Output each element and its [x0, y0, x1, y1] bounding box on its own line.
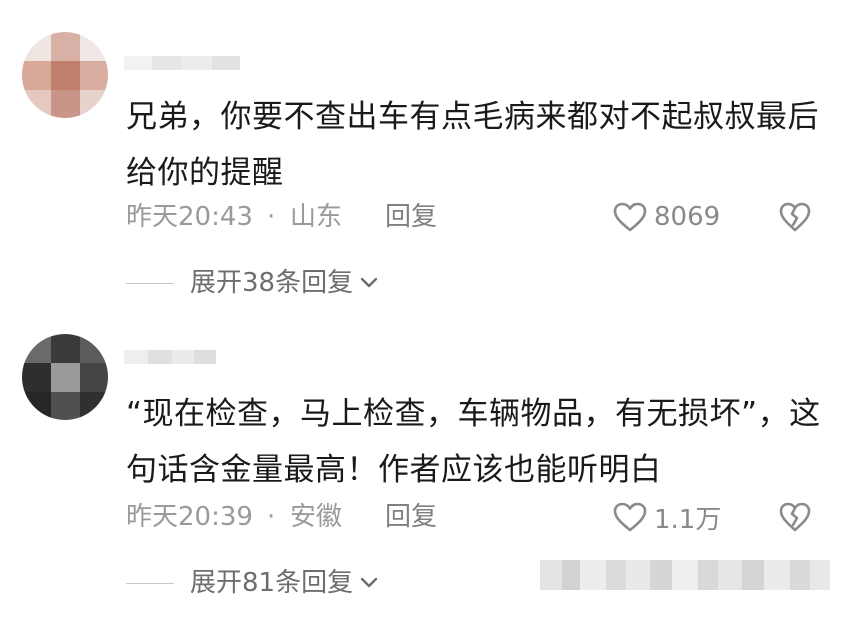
chevron-down-icon [360, 277, 378, 288]
comment-text: 兄弟，你要不查出车有点毛病来都对不起叔叔最后给你的提醒 [126, 99, 819, 191]
chevron-down-icon [360, 577, 378, 588]
like-button[interactable]: 1.1万 [612, 497, 721, 537]
divider-line [126, 282, 174, 284]
comment-time: 昨天20:39 [126, 502, 253, 532]
blurred-watermark [540, 560, 830, 590]
username-blurred[interactable] [124, 350, 216, 364]
reply-button[interactable]: 回复 [385, 197, 437, 237]
heart-outline-icon [613, 502, 647, 532]
like-count: 8069 [654, 202, 721, 232]
divider-line [126, 582, 174, 584]
comment-time: 昨天20:43 [126, 202, 253, 232]
comment-location: 山东 [290, 202, 343, 232]
dislike-button[interactable] [776, 197, 814, 237]
comment-location: 安徽 [290, 502, 343, 532]
avatar[interactable] [22, 32, 108, 118]
meta-separator: · [267, 202, 276, 232]
reply-button[interactable]: 回复 [385, 497, 437, 537]
expand-replies-button[interactable]: 展开81条回复 [126, 563, 379, 603]
like-button[interactable]: 8069 [612, 197, 720, 237]
comment-meta: 昨天20:43 · 山东 回复 [126, 197, 826, 237]
expand-replies-label: 展开81条回复 [190, 568, 354, 598]
dislike-button[interactable] [776, 497, 814, 537]
heart-outline-icon [613, 202, 647, 232]
like-count: 1.1万 [654, 504, 722, 535]
meta-separator: · [267, 502, 276, 532]
username-blurred[interactable] [124, 56, 240, 70]
broken-heart-icon [779, 202, 811, 232]
comment-item: 兄弟，你要不查出车有点毛病来都对不起叔叔最后给你的提醒 昨天20:43 · 山东… [0, 0, 847, 310]
expand-replies-button[interactable]: 展开38条回复 [126, 263, 379, 303]
comment-text: “现在检查，马上检查，车辆物品，有无损坏”，这句话含金量最高！作者应该也能听明白 [126, 396, 821, 488]
avatar[interactable] [22, 334, 108, 420]
expand-replies-label: 展开38条回复 [190, 268, 354, 298]
broken-heart-icon [779, 502, 811, 532]
